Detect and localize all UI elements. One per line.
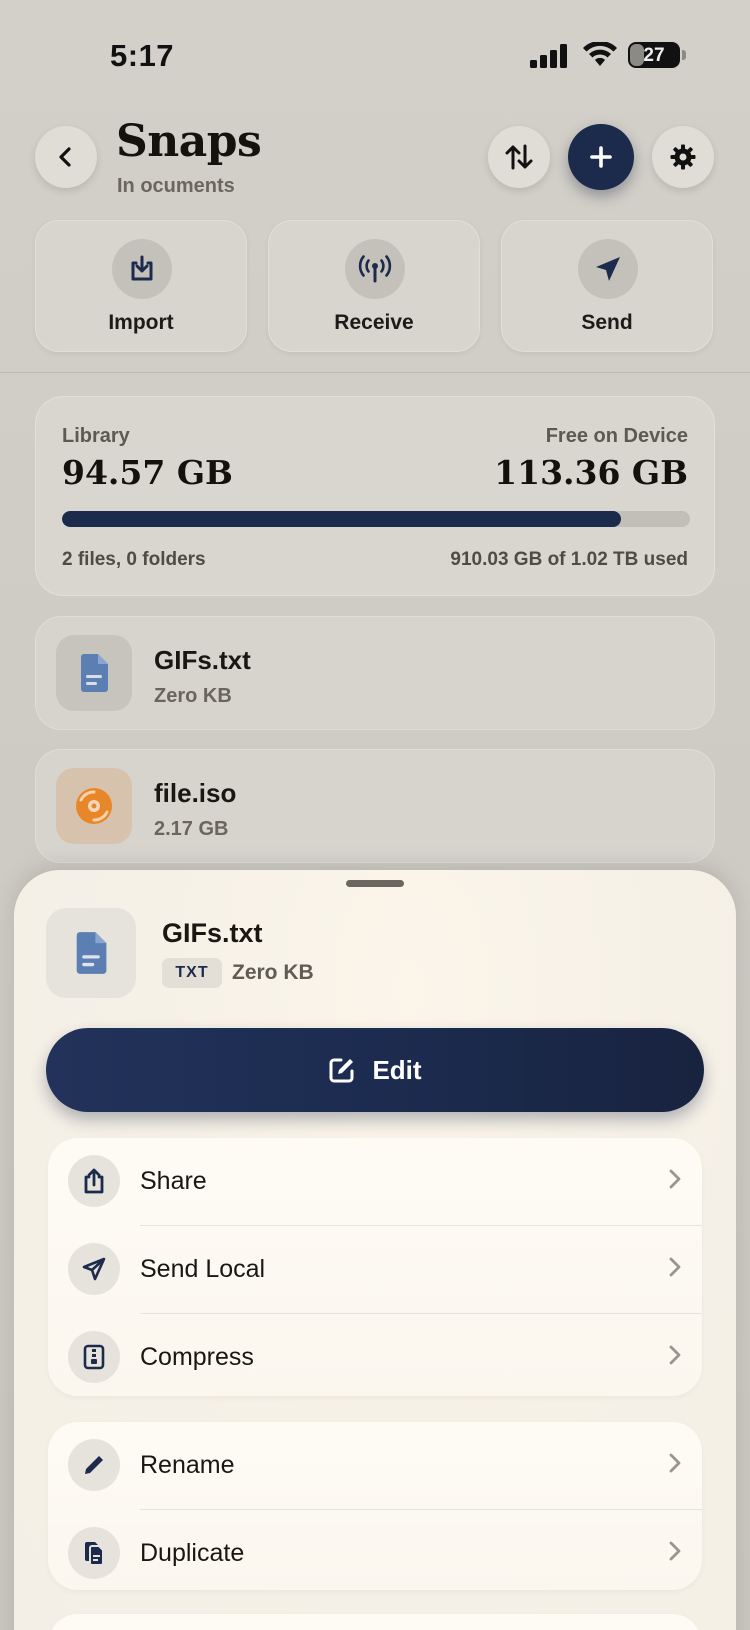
- chevron-right-icon: [669, 1345, 681, 1365]
- send-tile[interactable]: Send: [501, 220, 713, 352]
- document-icon: [46, 908, 136, 998]
- free-value: 113.36 GB: [494, 453, 688, 492]
- add-button[interactable]: [568, 124, 634, 190]
- divider: [0, 372, 750, 373]
- files-summary: 2 files, 0 folders: [62, 549, 206, 570]
- rename-row[interactable]: Rename: [48, 1422, 702, 1510]
- share-row[interactable]: Share: [48, 1138, 702, 1226]
- document-icon: [56, 635, 132, 711]
- paper-plane-icon: [68, 1243, 120, 1295]
- library-value: 94.57 GB: [62, 453, 233, 492]
- pencil-icon: [68, 1439, 120, 1491]
- status-bar: 5:17 27: [0, 34, 750, 78]
- file-row[interactable]: file.iso 2.17 GB: [35, 749, 715, 863]
- file-row[interactable]: GIFs.txt Zero KB: [35, 616, 715, 730]
- archive-icon: [68, 1331, 120, 1383]
- screen: 5:17 27 Snaps In ocuments Import Receive…: [0, 0, 750, 1630]
- file-actions-sheet: GIFs.txt TXT Zero KB Edit Share Send Loc…: [14, 870, 736, 1630]
- battery-level: 27: [643, 45, 665, 66]
- send-label: Send: [581, 311, 633, 334]
- gear-icon: [670, 144, 696, 170]
- wifi-icon: [583, 42, 617, 66]
- page-title: Snaps: [116, 116, 262, 167]
- broadcast-icon: [345, 239, 405, 299]
- sheet-grabber[interactable]: [346, 880, 404, 887]
- compress-row[interactable]: Compress: [48, 1314, 702, 1402]
- plus-icon: [590, 146, 612, 168]
- library-label: Library: [62, 425, 130, 447]
- duplicate-row[interactable]: Duplicate: [48, 1510, 702, 1598]
- receive-label: Receive: [334, 311, 414, 334]
- storage-card: Library 94.57 GB Free on Device 113.36 G…: [35, 396, 715, 596]
- actions-group-more: [48, 1614, 702, 1630]
- rename-label: Rename: [140, 1451, 235, 1479]
- import-tile[interactable]: Import: [35, 220, 247, 352]
- file-type-badge: TXT: [162, 958, 222, 988]
- used-summary: 910.03 GB of 1.02 TB used: [450, 549, 688, 570]
- duplicate-icon: [68, 1527, 120, 1579]
- chevron-right-icon: [669, 1453, 681, 1473]
- cellular-signal-icon: [530, 44, 567, 68]
- free-label: Free on Device: [545, 425, 688, 447]
- settings-button[interactable]: [652, 126, 714, 188]
- actions-group-secondary: Rename Duplicate: [48, 1422, 702, 1590]
- chevron-right-icon: [669, 1169, 681, 1189]
- storage-progress-fill: [62, 511, 621, 527]
- file-name: GIFs.txt: [154, 645, 251, 675]
- page-subtitle: In ocuments: [117, 175, 235, 197]
- import-label: Import: [108, 311, 174, 334]
- share-label: Share: [140, 1167, 207, 1195]
- sheet-file-name: GIFs.txt: [162, 918, 263, 948]
- duplicate-label: Duplicate: [140, 1539, 245, 1567]
- send-local-label: Send Local: [140, 1255, 266, 1283]
- chevron-right-icon: [669, 1541, 681, 1561]
- chevron-left-icon: [59, 147, 71, 167]
- sort-arrows-icon: [505, 144, 533, 170]
- battery-icon: 27: [628, 42, 680, 68]
- edit-button[interactable]: Edit: [46, 1028, 704, 1112]
- battery-tip: [682, 50, 686, 60]
- edit-label: Edit: [372, 1054, 422, 1085]
- actions-group-primary: Share Send Local Compress: [48, 1138, 702, 1396]
- chevron-right-icon: [669, 1257, 681, 1277]
- back-button[interactable]: [35, 126, 97, 188]
- status-time: 5:17: [110, 38, 175, 73]
- receive-tile[interactable]: Receive: [268, 220, 480, 352]
- import-icon: [112, 239, 172, 299]
- disc-icon: [56, 768, 132, 844]
- file-size: 2.17 GB: [154, 818, 229, 840]
- compress-label: Compress: [140, 1343, 254, 1371]
- file-size: Zero KB: [154, 685, 232, 707]
- sheet-file-size: Zero KB: [232, 961, 314, 984]
- send-local-row[interactable]: Send Local: [48, 1226, 702, 1314]
- storage-progress-bar: [62, 511, 690, 527]
- file-name: file.iso: [154, 778, 237, 808]
- edit-icon: [329, 1058, 354, 1083]
- share-icon: [68, 1155, 120, 1207]
- sort-button[interactable]: [488, 126, 550, 188]
- paper-plane-icon: [578, 239, 638, 299]
